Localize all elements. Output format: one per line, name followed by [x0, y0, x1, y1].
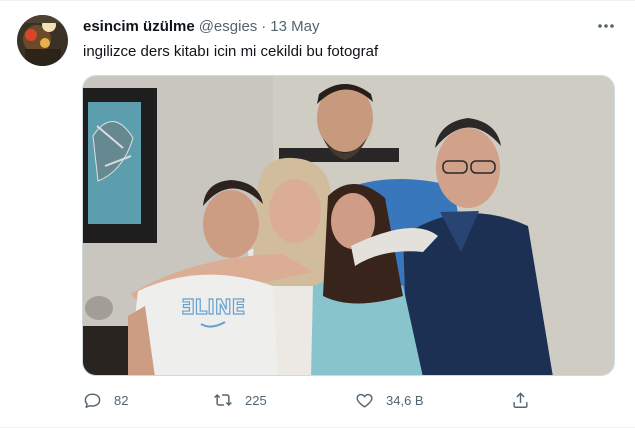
user-handle[interactable]: @esgies — [199, 18, 258, 35]
retweet-icon — [213, 390, 233, 410]
like-button[interactable]: 34,6 B — [354, 387, 424, 413]
share-button[interactable] — [510, 387, 530, 413]
display-name[interactable]: esincim üzülme — [83, 18, 195, 35]
reply-icon — [82, 390, 102, 410]
reply-button[interactable]: 82 — [82, 387, 128, 413]
retweet-button[interactable]: 225 — [213, 387, 267, 413]
reply-count: 82 — [114, 392, 129, 408]
share-icon — [510, 390, 530, 410]
user-avatar[interactable] — [17, 15, 68, 66]
tweet-text: ingilizce ders kitabı icin mi cekildi bu… — [83, 43, 379, 60]
heart-icon — [354, 390, 374, 410]
tweet-card[interactable]: esincim üzülme @esgies · 13 May ingilizc… — [0, 0, 635, 428]
tweet-photo[interactable]: ƎLINE — [82, 75, 615, 376]
more-horizontal-icon — [598, 24, 614, 28]
retweet-count: 225 — [245, 392, 267, 408]
separator-dot: · — [261, 17, 267, 35]
tweet-header: esincim üzülme @esgies · 13 May — [83, 16, 320, 36]
more-options-button[interactable] — [595, 15, 617, 37]
tweet-actions: 82 225 34,6 B — [82, 387, 532, 413]
like-count: 34,6 B — [386, 392, 424, 408]
tweet-timestamp[interactable]: 13 May — [270, 18, 319, 35]
